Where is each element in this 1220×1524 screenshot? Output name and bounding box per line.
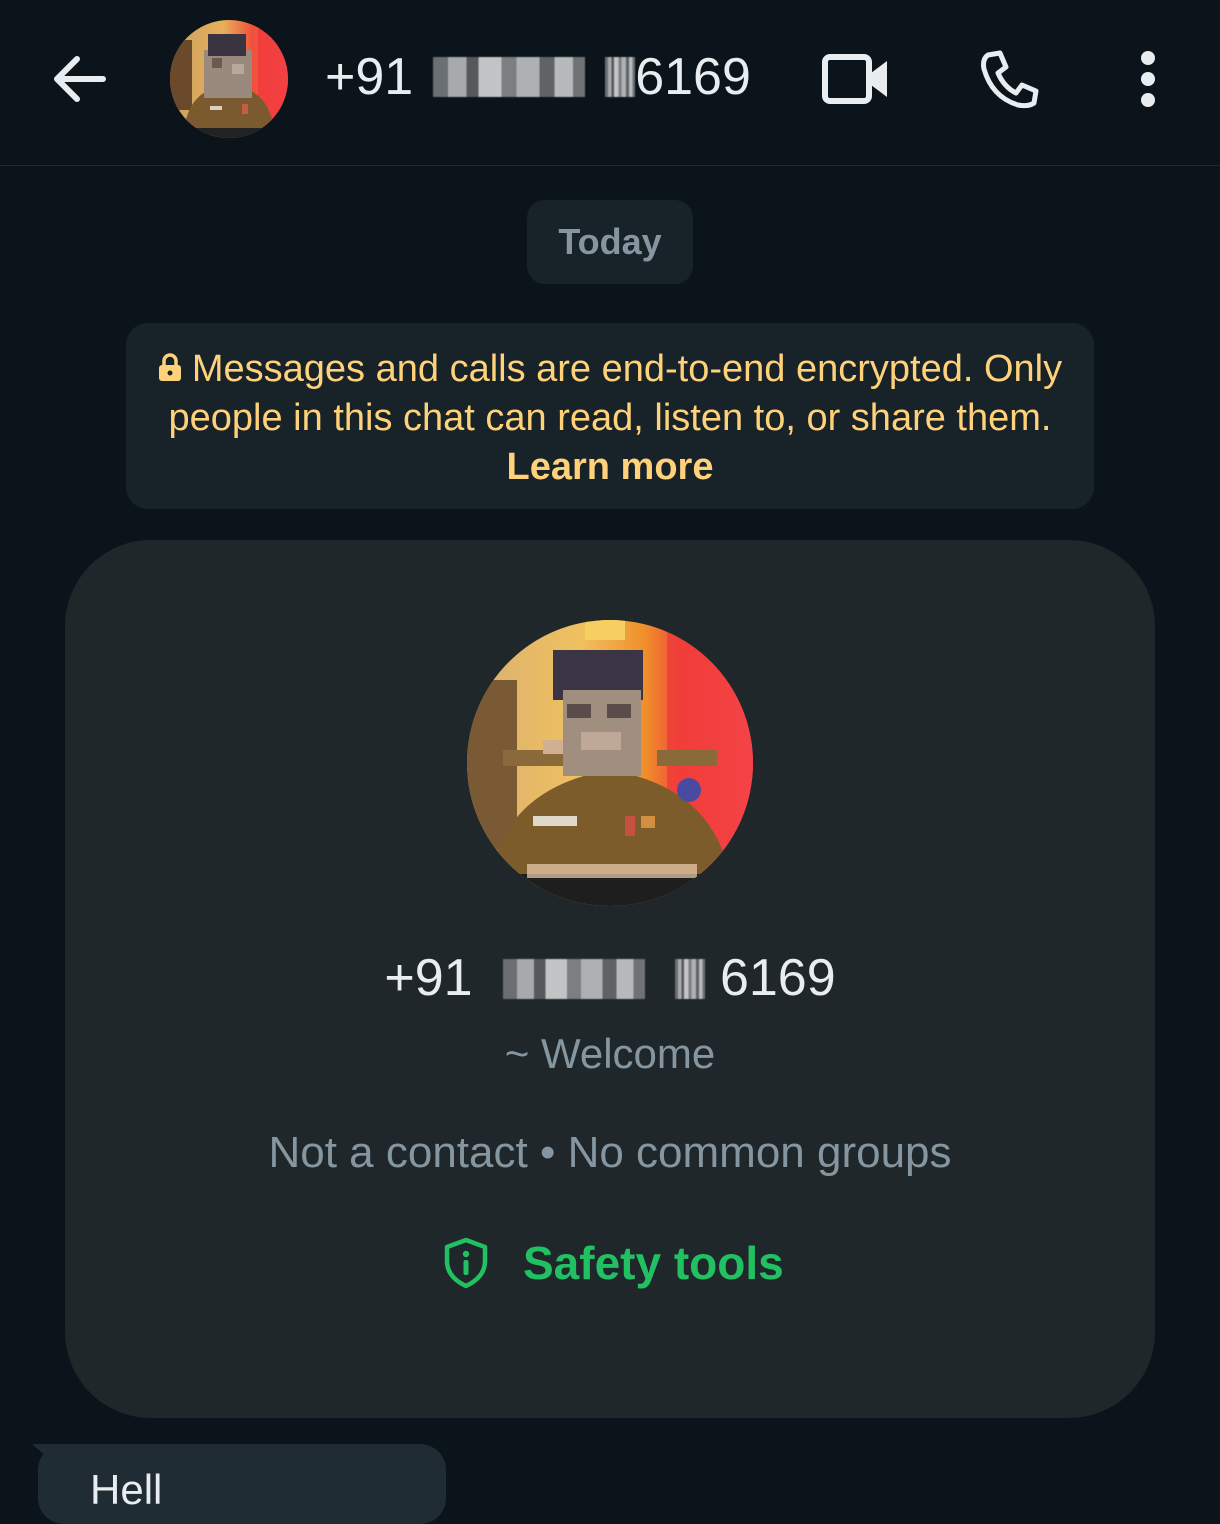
redacted-digits bbox=[605, 57, 636, 97]
safety-tools-button[interactable]: Safety tools bbox=[443, 1230, 784, 1296]
phone-prefix: +91 bbox=[325, 48, 414, 106]
phone-prefix: +91 bbox=[384, 949, 473, 1007]
profile-phone-number: +91 6169 bbox=[65, 948, 1155, 1008]
arrow-left-icon bbox=[54, 56, 106, 102]
shield-info-icon bbox=[444, 1237, 488, 1289]
avatar-photo bbox=[467, 620, 753, 906]
date-separator: Today bbox=[527, 200, 693, 284]
encryption-notice[interactable]: Messages and calls are end-to-end encryp… bbox=[126, 323, 1094, 509]
more-options-button[interactable] bbox=[1118, 44, 1178, 114]
incoming-message-bubble[interactable]: Hell bbox=[38, 1444, 446, 1524]
avatar-photo bbox=[170, 20, 288, 138]
contact-phone-number[interactable]: +91 6169 bbox=[325, 42, 751, 112]
contact-avatar[interactable] bbox=[170, 20, 288, 138]
video-call-button[interactable] bbox=[818, 44, 894, 114]
contact-status: Not a contact • No common groups bbox=[268, 1128, 952, 1177]
redacted-digits bbox=[503, 959, 646, 999]
phone-suffix: 6169 bbox=[635, 48, 751, 106]
phone-suffix: 6169 bbox=[719, 949, 836, 1007]
back-button[interactable] bbox=[44, 44, 114, 114]
contact-profile-card: +91 6169 ~ Welcome Not a contact • No co… bbox=[65, 540, 1155, 1418]
encryption-notice-text: Messages and calls are end-to-end encryp… bbox=[168, 348, 1063, 439]
phone-icon bbox=[981, 50, 1039, 109]
video-camera-icon bbox=[822, 54, 887, 104]
lock-icon bbox=[158, 353, 182, 381]
more-vertical-icon bbox=[1141, 51, 1155, 107]
profile-about: ~ Welcome bbox=[504, 1030, 716, 1077]
voice-call-button[interactable] bbox=[975, 44, 1045, 114]
profile-avatar[interactable] bbox=[467, 620, 753, 906]
chat-header: +91 6169 bbox=[0, 0, 1220, 166]
redacted-digits bbox=[433, 57, 586, 97]
message-text: Hell bbox=[90, 1466, 163, 1513]
redacted-digits bbox=[675, 959, 706, 999]
safety-tools-label: Safety tools bbox=[523, 1237, 784, 1289]
learn-more-link[interactable]: Learn more bbox=[507, 446, 714, 488]
